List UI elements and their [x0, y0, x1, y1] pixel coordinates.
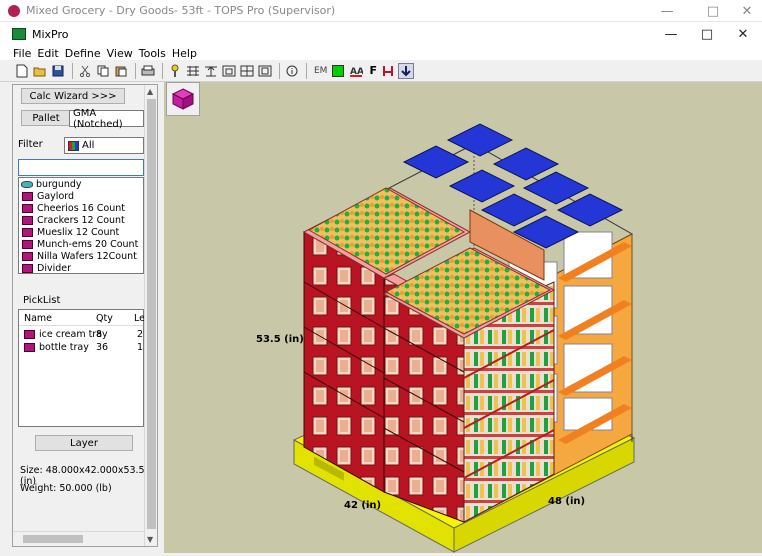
left-panel: Calc Wizard >>> Pallet GMA (Notched) Fil…	[12, 84, 158, 547]
inner-title-bar: MixPro	[0, 22, 762, 46]
menu-tools[interactable]: Tools	[139, 47, 172, 60]
layer-arrange-2-icon[interactable]	[203, 63, 219, 79]
picklist-label: PickList	[23, 295, 61, 306]
product-list[interactable]: burgundy Gaylord Cheerios 16 Count Crack…	[18, 177, 144, 274]
box-icon	[22, 203, 33, 213]
wizard-icon[interactable]	[167, 63, 183, 79]
scroll-thumb[interactable]	[147, 99, 156, 529]
app-icon	[8, 4, 20, 17]
picklist-qty-cell: 8	[96, 329, 103, 340]
list-item[interactable]: Crackers 12 Count	[19, 214, 143, 226]
cube-icon	[171, 88, 195, 110]
f-label[interactable]: F	[369, 64, 377, 77]
list-item[interactable]: Mueslix 12 Count	[19, 226, 143, 238]
toolbar-separator	[72, 62, 73, 79]
menu-define[interactable]: Define	[65, 47, 107, 60]
layer-arrange-1-icon[interactable]	[185, 63, 201, 79]
box-icon	[22, 191, 33, 201]
scroll-down-icon[interactable]: ▼	[147, 535, 153, 544]
print-icon[interactable]	[140, 63, 156, 79]
layer-button[interactable]: Layer	[35, 435, 133, 451]
box-icon	[24, 343, 35, 352]
box-icon	[22, 227, 33, 237]
box-icon	[22, 251, 33, 261]
maximize-icon[interactable]: □	[698, 0, 728, 22]
filter-dropdown[interactable]: All	[64, 137, 144, 154]
font-color-icon[interactable]: AA	[348, 63, 364, 79]
outer-title-bar: Mixed Grocery - Dry Goods- 53ft - TOPS P…	[0, 0, 762, 22]
list-item[interactable]: Gaylord	[19, 190, 143, 202]
new-icon[interactable]	[14, 63, 30, 79]
left-panel-scrollbar[interactable]: ▲ ▼	[144, 85, 157, 546]
em-label[interactable]: EM	[314, 66, 327, 76]
toolbar-separator	[279, 62, 280, 79]
list-item[interactable]: burgundy	[19, 178, 143, 190]
pallet-3d-viewport[interactable]: 53.5 (in) 42 (in) 48 (in)	[164, 82, 762, 553]
picklist-le-cell: 1	[137, 342, 144, 353]
toolbar: EM AA F	[0, 60, 762, 82]
box-icon	[22, 263, 33, 273]
down-arrow-icon[interactable]	[397, 62, 414, 79]
list-item[interactable]: Divider	[19, 262, 143, 274]
left-panel-hscrollbar[interactable]	[13, 531, 144, 545]
search-input[interactable]	[18, 159, 144, 176]
pallet-field[interactable]: GMA (Notched)	[69, 108, 144, 130]
pallet-3d-render	[292, 123, 636, 553]
inner-maximize-icon[interactable]: □	[690, 22, 724, 46]
minimize-icon[interactable]: —	[652, 0, 682, 22]
picklist-header-name[interactable]: Name	[24, 313, 52, 324]
copy-icon[interactable]	[95, 63, 111, 79]
table-row[interactable]: ice cream tray	[22, 329, 108, 340]
box-icon	[22, 239, 33, 249]
menu-edit[interactable]: Edit	[37, 47, 64, 60]
outer-window-title: Mixed Grocery - Dry Goods- 53ft - TOPS P…	[26, 4, 336, 17]
inner-window-title: MixPro	[32, 27, 69, 41]
layer-arrange-5-icon[interactable]	[257, 63, 273, 79]
box-icon	[24, 330, 35, 339]
calc-wizard-button[interactable]: Calc Wizard >>>	[21, 88, 125, 104]
weight-readout: Weight: 50.000 (lb)	[20, 483, 112, 494]
filter-grid-icon	[68, 140, 79, 151]
width-dimension-label: 42 (in)	[344, 500, 382, 511]
filter-label: Filter	[18, 139, 43, 150]
picklist-qty-cell: 36	[96, 342, 109, 353]
hscroll-thumb[interactable]	[23, 535, 83, 543]
picklist-le-cell: 2	[137, 329, 144, 340]
height-dimension-label: 53.5 (in)	[256, 334, 304, 345]
mixpro-icon	[12, 28, 26, 40]
scroll-up-icon[interactable]: ▲	[147, 87, 153, 96]
inner-minimize-icon[interactable]: —	[654, 22, 688, 46]
depth-dimension-label: 48 (in)	[548, 496, 586, 507]
close-icon[interactable]: ✕	[732, 0, 762, 22]
toolbar-separator	[162, 62, 163, 79]
cut-icon[interactable]	[77, 63, 93, 79]
list-item[interactable]: Munch-ems 20 Count	[19, 238, 143, 250]
table-row[interactable]: bottle tray alt...	[22, 342, 92, 353]
paste-icon[interactable]	[113, 63, 129, 79]
toolbar-separator	[135, 62, 136, 79]
menu-view[interactable]: View	[107, 47, 139, 60]
save-icon[interactable]	[50, 63, 66, 79]
picklist-grid[interactable]: Name Qty Le ice cream tray 8 2 bottle tr…	[18, 309, 145, 427]
inner-close-icon[interactable]: ✕	[726, 22, 760, 46]
chair-icon[interactable]	[380, 63, 396, 79]
3d-view-button[interactable]	[166, 82, 200, 116]
menu-bar: File Edit Define View Tools Help	[0, 46, 762, 60]
list-item[interactable]: Cheerios 16 Count	[19, 202, 143, 214]
menu-help[interactable]: Help	[172, 47, 203, 60]
box-icon	[22, 215, 33, 225]
pallet-button[interactable]: Pallet	[21, 110, 71, 126]
layer-arrange-4-icon[interactable]	[239, 63, 255, 79]
info-icon[interactable]	[284, 63, 300, 79]
layer-arrange-3-icon[interactable]	[221, 63, 237, 79]
tray-icon	[21, 180, 33, 188]
toolbar-separator	[306, 62, 307, 79]
picklist-header-qty[interactable]: Qty	[96, 313, 113, 324]
header-divider	[19, 325, 143, 326]
open-icon[interactable]	[32, 63, 48, 79]
menu-file[interactable]: File	[0, 47, 37, 60]
green-color-icon[interactable]	[330, 63, 346, 79]
list-item[interactable]: Nilla Wafers 12Count	[19, 250, 143, 262]
filter-value: All	[82, 140, 95, 151]
